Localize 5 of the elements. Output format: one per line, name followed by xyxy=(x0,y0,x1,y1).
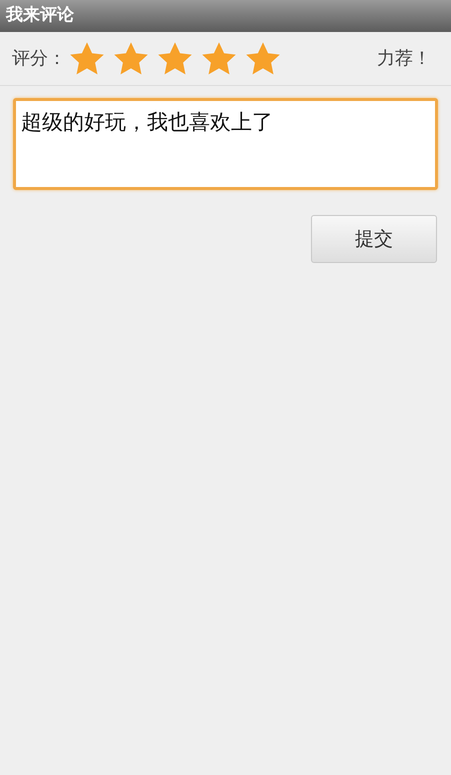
rating-caption: 力荐！ xyxy=(377,47,431,71)
comment-field[interactable]: 超级的好玩，我也喜欢上了 xyxy=(13,98,438,190)
window-title: 我来评论 xyxy=(6,4,74,28)
rating-label: 评分： xyxy=(12,47,66,71)
submit-button[interactable]: 提交 xyxy=(311,215,437,263)
